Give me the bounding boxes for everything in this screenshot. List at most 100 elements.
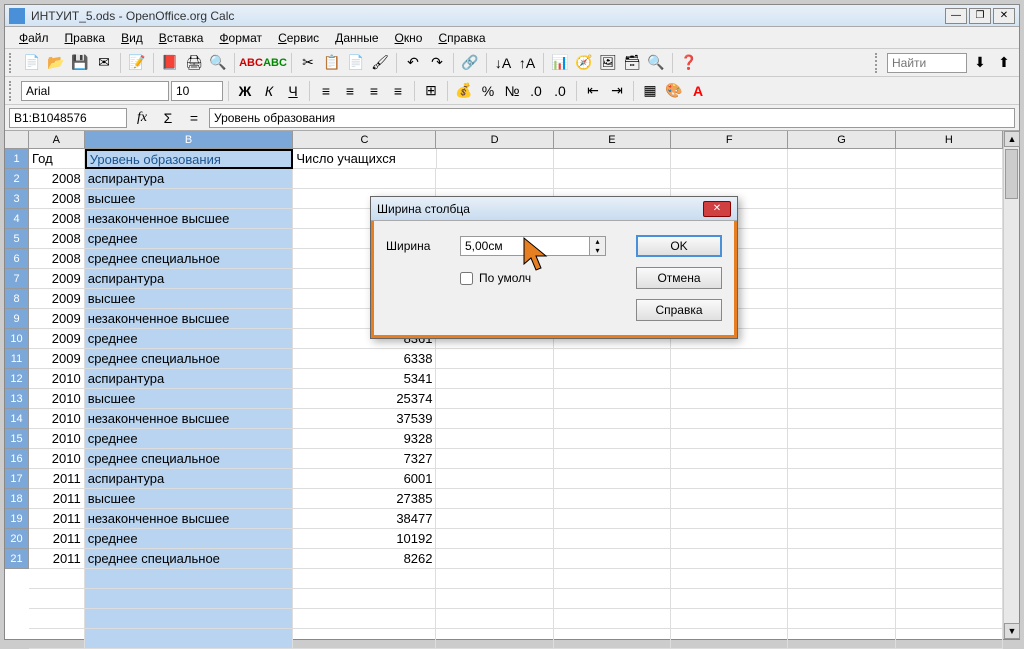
cut-icon[interactable]: ✂ xyxy=(297,52,319,74)
cell-B15[interactable]: среднее xyxy=(85,429,294,449)
cell-H13[interactable] xyxy=(896,389,1003,409)
cell-D21[interactable] xyxy=(436,549,553,569)
preview-icon[interactable]: 🔍 xyxy=(207,52,229,74)
cell-empty[interactable] xyxy=(29,609,85,629)
datasource-icon[interactable]: 🗃 xyxy=(621,52,643,74)
ok-button[interactable]: OK xyxy=(636,235,722,257)
format-paint-icon[interactable]: 🖌 xyxy=(369,52,391,74)
cell-H6[interactable] xyxy=(896,249,1003,269)
cell-C20[interactable]: 10192 xyxy=(293,529,436,549)
cell-empty[interactable] xyxy=(85,589,294,609)
new-icon[interactable]: 📄 xyxy=(21,52,43,74)
cell-C16[interactable]: 7327 xyxy=(293,449,436,469)
cell-empty[interactable] xyxy=(436,589,553,609)
cell-C15[interactable]: 9328 xyxy=(293,429,436,449)
row-header-10[interactable]: 10 xyxy=(5,329,29,349)
save-icon[interactable]: 💾 xyxy=(69,52,91,74)
cell-A6[interactable]: 2008 xyxy=(29,249,85,269)
cell-E19[interactable] xyxy=(554,509,671,529)
column-header-C[interactable]: C xyxy=(293,131,436,148)
cell-F15[interactable] xyxy=(671,429,788,449)
cell-empty[interactable] xyxy=(554,569,671,589)
row-header-2[interactable]: 2 xyxy=(5,169,29,189)
column-header-D[interactable]: D xyxy=(436,131,553,148)
row-header-7[interactable]: 7 xyxy=(5,269,29,289)
cell-empty[interactable] xyxy=(788,629,895,649)
cell-empty[interactable] xyxy=(436,609,553,629)
cell-G19[interactable] xyxy=(788,509,895,529)
row-header-16[interactable]: 16 xyxy=(5,449,29,469)
close-button[interactable]: ✕ xyxy=(993,8,1015,24)
cell-G9[interactable] xyxy=(788,309,895,329)
redo-icon[interactable]: ↷ xyxy=(426,52,448,74)
cell-empty[interactable] xyxy=(293,629,436,649)
row-header-1[interactable]: 1 xyxy=(5,149,29,169)
align-center-icon[interactable]: ≡ xyxy=(339,80,361,102)
row-header-13[interactable]: 13 xyxy=(5,389,29,409)
find-next-icon[interactable]: ⬇ xyxy=(969,52,991,74)
cell-D1[interactable] xyxy=(437,149,554,169)
cell-G14[interactable] xyxy=(788,409,895,429)
cell-E18[interactable] xyxy=(554,489,671,509)
email-icon[interactable]: ✉ xyxy=(93,52,115,74)
cell-H10[interactable] xyxy=(896,329,1003,349)
cell-H4[interactable] xyxy=(896,209,1003,229)
copy-icon[interactable]: 📋 xyxy=(321,52,343,74)
cell-empty[interactable] xyxy=(788,589,895,609)
cell-A19[interactable]: 2011 xyxy=(29,509,85,529)
fontcolor-icon[interactable]: A xyxy=(687,80,709,102)
cell-G15[interactable] xyxy=(788,429,895,449)
undo-icon[interactable]: ↶ xyxy=(402,52,424,74)
cell-A3[interactable]: 2008 xyxy=(29,189,85,209)
cell-H19[interactable] xyxy=(896,509,1003,529)
cell-G13[interactable] xyxy=(788,389,895,409)
cell-G12[interactable] xyxy=(788,369,895,389)
cell-A17[interactable]: 2011 xyxy=(29,469,85,489)
cancel-button[interactable]: Отмена xyxy=(636,267,722,289)
cell-C14[interactable]: 37539 xyxy=(293,409,436,429)
row-header-15[interactable]: 15 xyxy=(5,429,29,449)
width-spinner[interactable]: ▴▾ xyxy=(590,236,606,256)
menu-формат[interactable]: Формат xyxy=(211,29,270,47)
column-header-B[interactable]: B xyxy=(85,131,294,148)
cell-A13[interactable]: 2010 xyxy=(29,389,85,409)
add-decimal-icon[interactable]: .0 xyxy=(525,80,547,102)
hyperlink-icon[interactable]: 🔗 xyxy=(459,52,481,74)
cell-G5[interactable] xyxy=(788,229,895,249)
cell-D2[interactable] xyxy=(436,169,553,189)
open-icon[interactable]: 📂 xyxy=(45,52,67,74)
cell-E15[interactable] xyxy=(554,429,671,449)
cell-C21[interactable]: 8262 xyxy=(293,549,436,569)
scroll-down-icon[interactable]: ▼ xyxy=(1004,623,1020,639)
cell-F2[interactable] xyxy=(671,169,788,189)
cell-A11[interactable]: 2009 xyxy=(29,349,85,369)
cell-B3[interactable]: высшее xyxy=(85,189,294,209)
cell-B18[interactable]: высшее xyxy=(85,489,294,509)
cell-H15[interactable] xyxy=(896,429,1003,449)
name-box[interactable] xyxy=(9,108,127,128)
navigator-icon[interactable]: 🧭 xyxy=(573,52,595,74)
cell-empty[interactable] xyxy=(293,569,436,589)
cell-D15[interactable] xyxy=(436,429,553,449)
cell-F18[interactable] xyxy=(671,489,788,509)
menu-файл[interactable]: Файл xyxy=(11,29,57,47)
number-icon[interactable]: № xyxy=(501,80,523,102)
borders-icon[interactable]: ▦ xyxy=(639,80,661,102)
cell-A8[interactable]: 2009 xyxy=(29,289,85,309)
cell-H16[interactable] xyxy=(896,449,1003,469)
align-right-icon[interactable]: ≡ xyxy=(363,80,385,102)
select-all-corner[interactable] xyxy=(5,131,29,149)
cell-empty[interactable] xyxy=(293,589,436,609)
row-header-18[interactable]: 18 xyxy=(5,489,29,509)
cell-G21[interactable] xyxy=(788,549,895,569)
cell-D17[interactable] xyxy=(436,469,553,489)
find-handle[interactable] xyxy=(875,53,881,73)
sort-asc-icon[interactable]: ↓A xyxy=(492,52,514,74)
cell-A21[interactable]: 2011 xyxy=(29,549,85,569)
help-icon[interactable]: ❓ xyxy=(678,52,700,74)
dialog-close-button[interactable]: ✕ xyxy=(703,201,731,217)
cell-B5[interactable]: среднее xyxy=(85,229,294,249)
cell-H9[interactable] xyxy=(896,309,1003,329)
bold-icon[interactable]: Ж xyxy=(234,80,256,102)
cell-C13[interactable]: 25374 xyxy=(293,389,436,409)
